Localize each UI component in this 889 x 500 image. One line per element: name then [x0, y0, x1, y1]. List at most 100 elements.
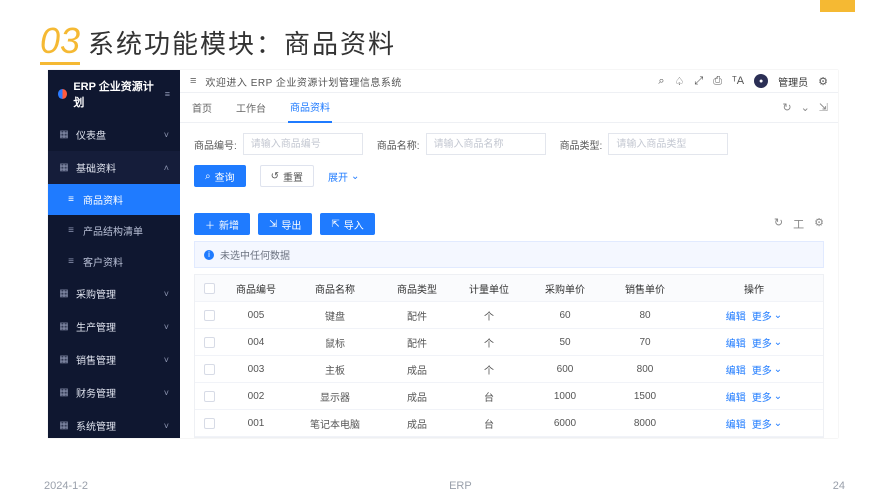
checkbox-row[interactable] [204, 418, 215, 429]
settings-columns-icon[interactable]: ⚙ [814, 216, 824, 232]
notice-text: 未选中任何数据 [220, 247, 290, 262]
sidebar-subitem-1-2[interactable]: ≡ 客户资料 [48, 246, 180, 277]
gear-icon[interactable]: ⚙ [818, 75, 828, 88]
topbar: ≡ 欢迎进入 ERP 企业资源计划管理信息系统 ⌕ ♤ ⤢ ⎙ ᵀA ● 管理员… [180, 70, 838, 93]
export-icon: ⇲ [269, 219, 277, 230]
export-button[interactable]: ⇲导出 [258, 213, 312, 235]
checkbox-row[interactable] [204, 310, 215, 321]
sidebar-item-1[interactable]: ▦基础资料˄ [48, 151, 180, 184]
grid-icon: ▦ [59, 321, 69, 332]
edit-link[interactable]: 编辑 [726, 389, 746, 404]
fullscreen-icon[interactable]: ⤢ [694, 75, 703, 88]
cell-ops: 编辑更多⌄ [685, 362, 823, 377]
main-area: ≡ 欢迎进入 ERP 企业资源计划管理信息系统 ⌕ ♤ ⤢ ⎙ ᵀA ● 管理员… [180, 70, 838, 438]
code-label: 商品编号: [194, 137, 237, 152]
tab-close-icon[interactable]: ⇲ [819, 101, 828, 114]
cell-6: 70 [605, 337, 685, 348]
sidebar-item-4[interactable]: ▦销售管理˅ [48, 343, 180, 376]
welcome-text: 欢迎进入 ERP 企业资源计划管理信息系统 [205, 74, 401, 89]
add-button[interactable]: ＋新增 [194, 213, 250, 235]
sidebar-item-2[interactable]: ▦采购管理˅ [48, 277, 180, 310]
checkbox-row[interactable] [204, 391, 215, 402]
collapse-icon[interactable]: ≡ [165, 89, 170, 99]
reset-icon: ↺ [271, 171, 279, 182]
checkbox-all[interactable] [204, 283, 215, 294]
cell-4: 个 [453, 362, 525, 377]
density-icon[interactable]: 工 [793, 216, 804, 232]
name-input[interactable] [426, 133, 546, 155]
refresh-table-icon[interactable]: ↻ [774, 216, 783, 232]
query-button[interactable]: ⌕查询 [194, 165, 246, 187]
chevron-down-icon: ˅ [164, 355, 169, 365]
list-icon: ≡ [66, 194, 76, 205]
cell-2: 显示器 [289, 389, 381, 404]
grid-icon: ▦ [59, 387, 69, 398]
logo[interactable]: ERP 企业资源计划 ≡ [48, 70, 180, 118]
code-input[interactable] [243, 133, 363, 155]
sidebar-item-0[interactable]: ▦仪表盘˅ [48, 118, 180, 151]
table-row: 001笔记本电脑成品台60008000编辑更多⌄ [195, 410, 823, 437]
cell-5: 50 [525, 337, 605, 348]
avatar[interactable]: ● [754, 74, 768, 88]
field-type: 商品类型: [560, 133, 729, 155]
refresh-icon[interactable]: ↻ [782, 101, 791, 114]
col-3: 商品类型 [381, 281, 453, 296]
language-icon[interactable]: ᵀA [732, 75, 744, 87]
cell-2: 鼠标 [289, 335, 381, 350]
sidebar-subitem-label: 客户资料 [83, 254, 123, 269]
more-link[interactable]: 更多⌄ [752, 335, 782, 350]
cell-3: 配件 [381, 335, 453, 350]
col-1: 商品编号 [223, 281, 289, 296]
tab-0[interactable]: 首页 [190, 93, 214, 122]
cell-5: 600 [525, 364, 605, 375]
chevron-down-icon: ˅ [164, 289, 169, 299]
cell-1: 005 [223, 310, 289, 321]
tab-2[interactable]: 商品资料 [288, 92, 332, 123]
type-input[interactable] [608, 133, 728, 155]
expand-button[interactable]: 展开⌄ [328, 169, 359, 184]
tab-dropdown-icon[interactable]: ⌄ [801, 101, 810, 114]
chevron-up-icon: ˄ [164, 163, 169, 173]
chevron-down-icon: ⌄ [774, 418, 782, 429]
bell-icon[interactable]: ♤ [675, 75, 685, 88]
search-icon[interactable]: ⌕ [658, 75, 664, 88]
chevron-down-icon: ˅ [164, 388, 169, 398]
table-row: 002显示器成品台10001500编辑更多⌄ [195, 383, 823, 410]
checkbox-row[interactable] [204, 364, 215, 375]
more-link[interactable]: 更多⌄ [752, 362, 782, 377]
sidebar-item-label: 采购管理 [76, 286, 116, 301]
print-icon[interactable]: ⎙ [713, 75, 722, 88]
tab-1[interactable]: 工作台 [234, 93, 268, 122]
footer-center: ERP [449, 480, 472, 492]
cell-5: 60 [525, 310, 605, 321]
table-row: 004鼠标配件个5070编辑更多⌄ [195, 329, 823, 356]
edit-link[interactable]: 编辑 [726, 362, 746, 377]
username[interactable]: 管理员 [778, 74, 808, 89]
chevron-down-icon: ⌄ [774, 310, 782, 321]
grid-icon: ▦ [59, 420, 69, 431]
menu-toggle-icon[interactable]: ≡ [190, 75, 196, 87]
chevron-down-icon: ˅ [164, 130, 169, 140]
sidebar-item-5[interactable]: ▦财务管理˅ [48, 376, 180, 409]
sidebar-subitem-1-0[interactable]: ≡商品资料 [48, 184, 180, 215]
import-button[interactable]: ⇱导入 [320, 213, 374, 235]
list-icon: ≡ [66, 256, 76, 267]
plus-icon: ＋ [205, 217, 215, 232]
sidebar-item-6[interactable]: ▦系统管理˅ [48, 409, 180, 438]
cell-6: 1500 [605, 391, 685, 402]
more-link[interactable]: 更多⌄ [752, 389, 782, 404]
edit-link[interactable]: 编辑 [726, 308, 746, 323]
cell-ops: 编辑更多⌄ [685, 308, 823, 323]
edit-link[interactable]: 编辑 [726, 335, 746, 350]
col-5: 采购单价 [525, 281, 605, 296]
sidebar-item-3[interactable]: ▦生产管理˅ [48, 310, 180, 343]
topbar-actions: ⌕ ♤ ⤢ ⎙ ᵀA ● 管理员 ⚙ [658, 74, 828, 89]
more-link[interactable]: 更多⌄ [752, 308, 782, 323]
edit-link[interactable]: 编辑 [726, 416, 746, 431]
sidebar-subitem-1-1[interactable]: ≡产品结构清单 [48, 215, 180, 246]
more-link[interactable]: 更多⌄ [752, 416, 782, 431]
cell-2: 主板 [289, 362, 381, 377]
reset-button[interactable]: ↺重置 [260, 165, 314, 187]
checkbox-row[interactable] [204, 337, 215, 348]
chevron-down-icon: ˅ [164, 322, 169, 332]
